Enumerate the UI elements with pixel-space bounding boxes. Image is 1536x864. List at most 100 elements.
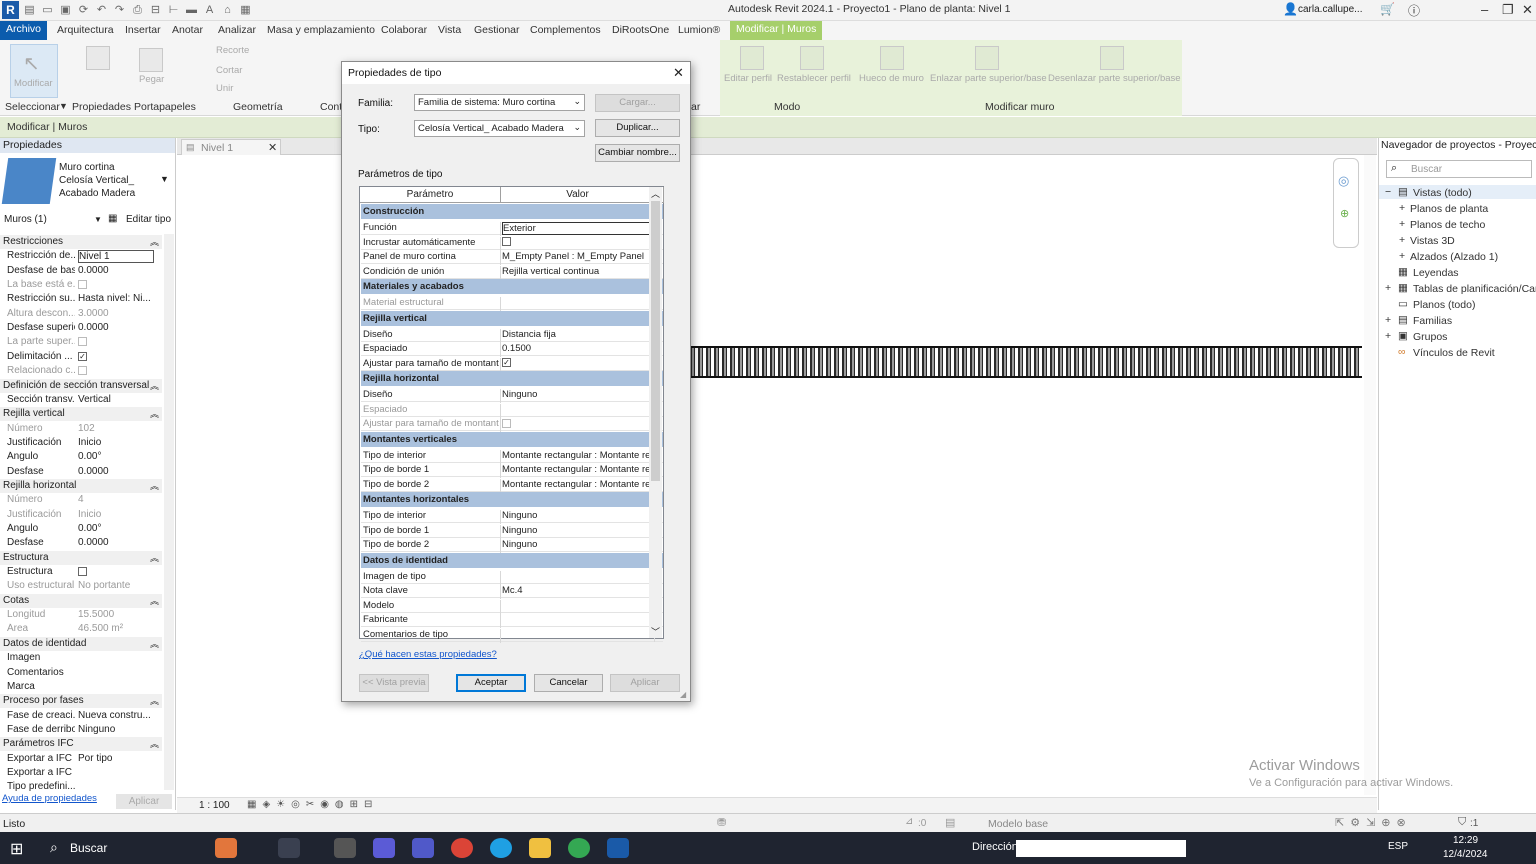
grid-row[interactable]: Espaciado 0.1500 [361, 342, 663, 357]
design-options-icon[interactable]: ▤ [945, 816, 955, 829]
grid-value[interactable] [502, 570, 655, 584]
expand-icon[interactable]: + [1399, 234, 1405, 246]
filter-icon[interactable]: ⛉ [1458, 816, 1466, 829]
grid-value[interactable]: M_Empty Panel : M_Empty Panel [502, 251, 655, 264]
language-indicator[interactable]: ESP [1388, 841, 1408, 852]
unir-label[interactable]: Unir [216, 83, 233, 94]
property-row[interactable]: Desfase 0.0000 [0, 465, 160, 479]
zoom-icon[interactable]: ⊕ [1340, 207, 1349, 220]
grid-value[interactable]: Montante rectangular : Montante re [502, 449, 655, 463]
property-value[interactable]: 102 [78, 423, 154, 434]
property-row[interactable]: Justificación Inicio [0, 508, 160, 522]
preview-button[interactable]: << Vista previa [359, 674, 429, 692]
grid-value[interactable]: Ninguno [502, 510, 655, 523]
grid-row[interactable]: Tipo de borde 2 Montante rectangular : Mo… [361, 478, 663, 493]
property-value[interactable]: 0.00° [78, 523, 154, 534]
property-row[interactable]: Justificación Inicio [0, 436, 160, 450]
property-row[interactable]: Restricción su... Hasta nivel: Ni... [0, 292, 160, 306]
grid-row[interactable]: Incrustar automáticamente [361, 236, 663, 251]
properties-section[interactable]: Parámetros IFC ︽ [0, 737, 162, 752]
properties-apply-button[interactable]: Aplicar [116, 794, 172, 809]
property-value[interactable]: Por tipo [78, 753, 154, 764]
attach-button[interactable]: Enlazar parte superior/base [930, 73, 1047, 84]
canvas-vscrollbar[interactable] [1364, 155, 1376, 795]
properties-section[interactable]: Estructura ︽ [0, 550, 162, 565]
expand-icon[interactable]: + [1399, 218, 1405, 230]
grid-value[interactable] [502, 297, 655, 310]
view-scale[interactable]: 1 : 100 [199, 800, 230, 811]
tree-vinculos[interactable]: Vínculos de Revit [1413, 347, 1495, 359]
properties-section[interactable]: Restricciones ︽ [0, 235, 162, 249]
curtain-wall-element[interactable] [690, 346, 1362, 378]
properties-scrollbar[interactable] [164, 234, 174, 790]
tree-tablas[interactable]: Tablas de planificación/Cantid... [1413, 283, 1536, 295]
property-row[interactable]: Desfase superior0.0000 [0, 321, 160, 335]
expand-icon[interactable]: + [1385, 282, 1391, 294]
grid-section[interactable]: Rejilla horizontal︽ [361, 371, 663, 386]
edge-icon[interactable] [490, 838, 512, 858]
address-input[interactable] [1016, 840, 1186, 857]
grid-value[interactable] [502, 628, 655, 642]
clock-time[interactable]: 12:29 [1453, 835, 1478, 846]
collapse-chevron-icon[interactable]: ︽ [150, 637, 159, 650]
scroll-down-icon[interactable]: ﹀ [651, 625, 660, 638]
tab-insertar[interactable]: Insertar [125, 24, 161, 36]
type-name-2[interactable]: Celosía Vertical_ [59, 175, 134, 186]
collapse-chevron-icon[interactable]: ︽ [150, 737, 159, 750]
tab-analizar[interactable]: Analizar [218, 24, 256, 36]
properties-section[interactable]: Definición de sección transversal ︽ [0, 378, 162, 393]
properties-section[interactable]: Datos de identidad ︽ [0, 636, 162, 651]
home-icon[interactable]: ⌂ [220, 3, 235, 17]
grid-row[interactable]: Ajustar para tamaño de montant [361, 417, 663, 432]
grid-row[interactable]: Condición de unión Rejilla vertical conti… [361, 265, 663, 280]
tree-planos-planta[interactable]: Planos de planta [1410, 203, 1488, 215]
grid-row[interactable]: Tipo de borde 2 Ninguno [361, 538, 663, 553]
help-properties-link[interactable]: ¿Qué hacen estas propiedades? [359, 649, 497, 660]
tree-vistas[interactable]: Vistas (todo) [1413, 187, 1472, 199]
revit-taskbar-icon[interactable] [607, 838, 629, 858]
dialog-close-icon[interactable]: ✕ [673, 65, 684, 81]
selector-arrow-icon[interactable]: ▼ [94, 215, 102, 224]
properties-section[interactable]: Cotas ︽ [0, 593, 162, 608]
navigation-bar[interactable]: ◎ ⊕ [1333, 158, 1359, 248]
property-value[interactable]: 0.0000 [78, 537, 154, 548]
tab-modificar-muros[interactable]: Modificar | Muros [730, 21, 823, 40]
taskbar-app-icon[interactable] [334, 838, 356, 858]
instance-selector[interactable]: Muros (1) [2, 212, 104, 228]
tipo-dropdown[interactable]: Celosía Vertical_ Acabado Madera ⌄ [414, 120, 585, 137]
grid-row[interactable]: Comentarios de tipo [361, 628, 663, 643]
grid-value[interactable]: Montante rectangular : Montante re [502, 464, 655, 477]
property-checkbox[interactable]: ✓ [78, 351, 154, 362]
property-value[interactable]: 0.00° [78, 451, 154, 462]
teams-icon[interactable] [412, 838, 434, 858]
property-row[interactable]: La parte super... [0, 335, 160, 349]
property-row[interactable]: Área 46.500 m² [0, 622, 160, 636]
clock-date[interactable]: 12/4/2024 [1443, 849, 1488, 860]
grid-value[interactable] [502, 599, 655, 613]
tab-anotar[interactable]: Anotar [172, 24, 203, 36]
property-row[interactable]: Delimitación ... ✓ [0, 350, 160, 364]
reset-profile-button[interactable]: Restablecer perfil [777, 73, 851, 84]
properties-section[interactable]: Rejilla horizontal ︽ [0, 478, 162, 493]
dimension-icon[interactable]: ⊢ [166, 3, 181, 17]
open-icon[interactable]: ▤ [22, 3, 37, 17]
taskbar-app-icon[interactable] [373, 838, 395, 858]
property-row[interactable]: Ángulo 0.00° [0, 522, 160, 536]
grid-row[interactable]: Espaciado [361, 403, 663, 418]
tab-arquitectura[interactable]: Arquitectura [57, 24, 114, 36]
model-selector[interactable]: Modelo base [988, 818, 1048, 830]
close-icon[interactable]: ✕ [1522, 2, 1533, 18]
grid-scroll-thumb[interactable] [651, 201, 660, 481]
expand-icon[interactable]: + [1399, 250, 1405, 262]
edit-profile-button[interactable]: Editar perfil [724, 73, 772, 84]
grid-row[interactable]: Ajustar para tamaño de montant ✓ [361, 357, 663, 372]
property-row[interactable]: La base está e... [0, 278, 160, 292]
collapse-chevron-icon[interactable]: ︽ [150, 379, 159, 392]
property-value[interactable]: Hasta nivel: Ni... [78, 293, 154, 304]
grid-row[interactable]: Función Exterior [361, 221, 663, 236]
wall-opening-icon[interactable] [880, 46, 904, 70]
redo-icon[interactable]: ↷ [112, 3, 127, 17]
grid-row[interactable]: Tipo de borde 1 Montante rectangular : Mo… [361, 463, 663, 478]
property-row[interactable]: Uso estructural No portante [0, 579, 160, 593]
property-value[interactable]: No portante [78, 580, 154, 591]
